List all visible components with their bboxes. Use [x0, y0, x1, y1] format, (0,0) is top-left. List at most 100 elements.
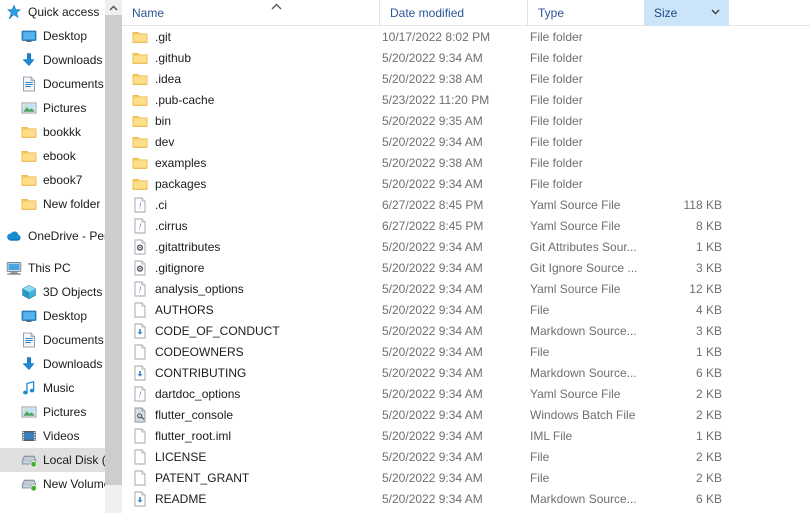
file-name-cell[interactable]: dev	[122, 131, 174, 152]
table-row[interactable]: LICENSE 5/20/2022 9:34 AM File 2 KB	[122, 446, 810, 467]
file-name-cell[interactable]: LICENSE	[122, 446, 206, 467]
table-row[interactable]: flutter_root.iml 5/20/2022 9:34 AM IML Fil…	[122, 425, 810, 446]
file-name-cell[interactable]: .gitignore	[122, 257, 204, 278]
table-row[interactable]: CONTRIBUTING 5/20/2022 9:34 AM Markdown So…	[122, 362, 810, 383]
file-name-cell[interactable]: ! dartdoc_options	[122, 383, 240, 404]
sidebar-item-documents[interactable]: Documents	[0, 72, 122, 96]
file-size-cell	[627, 47, 722, 68]
file-type-cell: File folder	[530, 71, 583, 86]
table-row[interactable]: .idea 5/20/2022 9:38 AM File folder	[122, 68, 810, 89]
sidebar-item-videos[interactable]: Videos	[0, 424, 122, 448]
column-header-size[interactable]: Size	[644, 0, 729, 26]
chevron-down-icon[interactable]	[711, 9, 720, 15]
table-row[interactable]: dev 5/20/2022 9:34 AM File folder	[122, 131, 810, 152]
sidebar-item-bookkk[interactable]: bookkk	[0, 120, 122, 144]
onedrive-cloud-icon	[7, 231, 21, 241]
file-name-cell[interactable]: .idea	[122, 68, 181, 89]
quick-access-star-icon	[7, 4, 21, 20]
sidebar-item-music[interactable]: Music	[0, 376, 122, 400]
sidebar-item-ebook[interactable]: ebook	[0, 144, 122, 168]
sidebar-item-documents[interactable]: Documents	[0, 328, 122, 352]
table-row[interactable]: CODEOWNERS 5/20/2022 9:34 AM File 1 KB	[122, 341, 810, 362]
sidebar-item-3d-objects[interactable]: 3D Objects	[0, 280, 122, 304]
desktop-monitor-icon	[21, 308, 38, 324]
file-name-cell[interactable]: CODEOWNERS	[122, 341, 244, 362]
sidebar-item-label: Downloads	[43, 53, 103, 67]
sidebar-item-quick-access[interactable]: Quick access	[0, 0, 122, 24]
videos-icon	[22, 431, 36, 441]
file-size-cell: 118 KB	[683, 197, 722, 212]
table-row[interactable]: .gitattributes 5/20/2022 9:34 AM Git Attri…	[122, 236, 810, 257]
file-date-modified-cell: 5/23/2022 11:20 PM	[382, 92, 490, 107]
column-header-date-modified[interactable]: Date modified	[379, 0, 527, 26]
sidebar-item-downloads[interactable]: Downloads	[0, 352, 122, 376]
table-row[interactable]: ! .cirrus 6/27/2022 8:45 PM Yaml Source Fil…	[122, 215, 810, 236]
file-name-cell[interactable]: AUTHORS	[122, 299, 214, 320]
markdown-file-icon	[132, 365, 148, 381]
blank-file-icon	[132, 344, 148, 360]
sidebar-item-this-pc[interactable]: This PC	[0, 256, 122, 280]
sidebar-item-local-disk-c[interactable]: Local Disk (C:)	[0, 448, 122, 472]
folder-icon	[132, 136, 148, 148]
table-row[interactable]: bin 5/20/2022 9:35 AM File folder	[122, 110, 810, 131]
table-row[interactable]: ! .ci 6/27/2022 8:45 PM Yaml Source File 118…	[122, 194, 810, 215]
table-row[interactable]: .github 5/20/2022 9:34 AM File folder	[122, 47, 810, 68]
table-row[interactable]: examples 5/20/2022 9:38 AM File folder	[122, 152, 810, 173]
file-name-cell[interactable]: .git	[122, 26, 171, 47]
music-note-icon	[23, 380, 35, 395]
navigation-scrollbar[interactable]	[105, 0, 122, 513]
file-name-cell[interactable]: .pub-cache	[122, 89, 214, 110]
file-name-cell[interactable]: .gitattributes	[122, 236, 220, 257]
table-row[interactable]: AUTHORS 5/20/2022 9:34 AM File 4 KB	[122, 299, 810, 320]
file-explorer-window: Quick access Desktop Downloads Documents Pic…	[0, 0, 810, 513]
column-header-name[interactable]: Name	[122, 0, 379, 26]
sidebar-item-new-volume-d[interactable]: New Volume (D:)	[0, 472, 122, 496]
table-row[interactable]: ! dartdoc_options 5/20/2022 9:34 AM Yaml So…	[122, 383, 810, 404]
file-size-cell	[627, 173, 722, 194]
file-name-cell[interactable]: CODE_OF_CONDUCT	[122, 320, 280, 341]
file-size-cell: 4 KB	[695, 302, 722, 317]
file-type-cell: File folder	[530, 113, 583, 128]
column-header-type[interactable]: Type	[527, 0, 644, 26]
sidebar-item-pictures[interactable]: Pictures	[0, 96, 122, 120]
file-name-cell[interactable]: .github	[122, 47, 191, 68]
file-date-modified-cell: 5/20/2022 9:34 AM	[382, 365, 483, 380]
file-date-modified-cell: 5/20/2022 9:34 AM	[382, 239, 483, 254]
file-type-cell: File folder	[530, 92, 583, 107]
sidebar-item-ebook7[interactable]: ebook7	[0, 168, 122, 192]
sidebar-item-onedrive-personal[interactable]: OneDrive - Personal	[0, 224, 122, 248]
scroll-up-button[interactable]	[105, 0, 122, 15]
file-name-cell[interactable]: packages	[122, 173, 206, 194]
table-row[interactable]: flutter_console 5/20/2022 9:34 AM Windows …	[122, 404, 810, 425]
file-name-cell[interactable]: ! .cirrus	[122, 215, 188, 236]
file-name-cell[interactable]: README	[122, 488, 206, 509]
file-name-cell[interactable]: PATENT_GRANT	[122, 467, 249, 488]
table-row[interactable]: PATENT_GRANT 5/20/2022 9:34 AM File 2 KB	[122, 467, 810, 488]
table-row[interactable]: ! analysis_options 5/20/2022 9:34 AM Yaml S…	[122, 278, 810, 299]
sidebar-item-downloads[interactable]: Downloads	[0, 48, 122, 72]
scrollbar-thumb[interactable]	[105, 15, 122, 485]
file-name-cell[interactable]: CONTRIBUTING	[122, 362, 246, 383]
table-row[interactable]: CODE_OF_CONDUCT 5/20/2022 9:34 AM Markdown…	[122, 320, 810, 341]
videos-icon	[21, 428, 38, 444]
file-name-cell[interactable]: ! .ci	[122, 194, 167, 215]
sidebar-item-new-folder[interactable]: New folder	[0, 192, 122, 216]
column-header-date-modified-label: Date modified	[390, 6, 465, 20]
table-row[interactable]: packages 5/20/2022 9:34 AM File folder	[122, 173, 810, 194]
table-row[interactable]: .git 10/17/2022 8:02 PM File folder	[122, 26, 810, 47]
downloads-arrow-icon	[22, 53, 35, 67]
file-name-cell[interactable]: ! analysis_options	[122, 278, 244, 299]
file-name-cell[interactable]: examples	[122, 152, 206, 173]
file-size-cell: 6 KB	[695, 365, 722, 380]
file-name-cell[interactable]: flutter_root.iml	[122, 425, 231, 446]
git-config-file-icon	[132, 260, 148, 276]
table-row[interactable]: README 5/20/2022 9:34 AM Markdown Source..…	[122, 488, 810, 509]
sidebar-item-pictures[interactable]: Pictures	[0, 400, 122, 424]
table-row[interactable]: .pub-cache 5/23/2022 11:20 PM File folder	[122, 89, 810, 110]
table-row[interactable]: .gitignore 5/20/2022 9:34 AM Git Ignore So…	[122, 257, 810, 278]
sidebar-item-desktop[interactable]: Desktop	[0, 304, 122, 328]
file-name-cell[interactable]: flutter_console	[122, 404, 233, 425]
sidebar-item-desktop[interactable]: Desktop	[0, 24, 122, 48]
blank-file-icon	[134, 428, 146, 443]
file-name-cell[interactable]: bin	[122, 110, 171, 131]
